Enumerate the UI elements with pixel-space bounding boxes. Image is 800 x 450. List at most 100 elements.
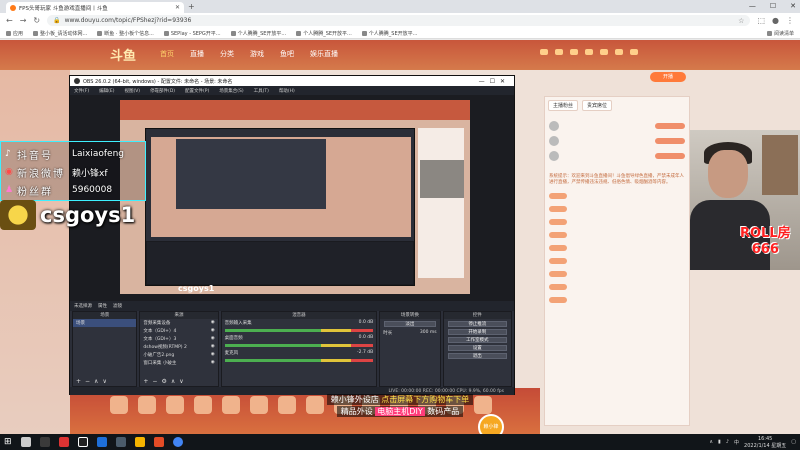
back-icon[interactable]: ← xyxy=(6,16,13,25)
reload-icon[interactable]: ↻ xyxy=(33,16,40,25)
gift-icon[interactable] xyxy=(138,396,156,414)
network-icon[interactable]: ▮ xyxy=(718,439,721,445)
nav-item[interactable]: 分类 xyxy=(220,49,234,59)
obs-window-controls[interactable]: —☐✕ xyxy=(479,78,510,85)
nav-item[interactable]: 直播 xyxy=(190,49,204,59)
profile-icon[interactable]: ● xyxy=(772,16,779,25)
source-item[interactable]: 文本（GDI+）3 ◉ xyxy=(140,335,217,343)
source-item[interactable]: dshow视频(RTMP) 2 ◉ xyxy=(140,343,217,351)
volume-icon[interactable]: ♪ xyxy=(726,439,729,445)
search-icon[interactable] xyxy=(20,437,31,447)
gift-icon[interactable] xyxy=(222,396,240,414)
settings-button[interactable]: 设置 xyxy=(447,345,507,351)
menu-docks[interactable]: 停靠部件(D) xyxy=(150,88,175,94)
header-icon[interactable] xyxy=(555,49,563,56)
visibility-icon[interactable]: ◉ xyxy=(211,320,215,326)
bookmark-item[interactable]: 个人腾腾_SE开放平... xyxy=(230,30,286,37)
forward-icon[interactable]: → xyxy=(20,16,27,25)
gift-icon[interactable] xyxy=(110,396,128,414)
browser-tab[interactable]: FPS头哥玩家 斗鱼游戏直播间丨斗鱼 ✕ xyxy=(6,2,184,13)
reading-list[interactable]: 阅读清单 xyxy=(766,30,794,37)
header-icon[interactable] xyxy=(630,49,638,56)
visibility-icon[interactable]: ◉ xyxy=(211,328,215,334)
address-bar[interactable]: 🔒 www.douyu.com/topic/FPShezj?rid=93936 … xyxy=(47,15,751,26)
app-icon[interactable] xyxy=(96,437,107,447)
menu-help[interactable]: 帮助(H) xyxy=(279,88,295,94)
source-item[interactable]: 小破广告2.png ◉ xyxy=(140,351,217,359)
close-tab-icon[interactable]: ✕ xyxy=(175,4,180,11)
list-item[interactable] xyxy=(549,136,685,146)
chrome-icon[interactable] xyxy=(172,437,183,447)
filters-button[interactable]: 滤镜 xyxy=(113,303,122,309)
visibility-icon[interactable]: ◉ xyxy=(211,344,215,350)
bookmark-star-icon[interactable]: ☆ xyxy=(738,17,744,25)
scene-controls[interactable]: +−∧∨ xyxy=(76,378,111,385)
bookmark-item[interactable]: SEPlay - SEPG开平... xyxy=(163,30,221,37)
gift-icon[interactable] xyxy=(194,396,212,414)
menu-edit[interactable]: 编辑(E) xyxy=(99,88,114,94)
bookmark-apps[interactable]: 应用 xyxy=(6,30,23,37)
duration-input[interactable]: 300 ms xyxy=(420,330,437,336)
volume-meter[interactable] xyxy=(224,359,374,362)
visibility-icon[interactable]: ◉ xyxy=(211,336,215,342)
tray-chevron-icon[interactable]: ∧ xyxy=(709,439,713,445)
nav-item[interactable]: 娱乐直播 xyxy=(310,49,338,59)
task-view-icon[interactable] xyxy=(39,437,50,447)
clock[interactable]: 16:45 2022/1/14 星期五 xyxy=(744,435,786,449)
app-icon[interactable] xyxy=(58,437,69,447)
source-item[interactable]: 音频采集设备 ◉ xyxy=(140,319,217,327)
exit-button[interactable]: 退出 xyxy=(447,353,507,359)
windows-start-icon[interactable]: ⊞ xyxy=(4,437,12,447)
visibility-icon[interactable]: ◉ xyxy=(211,360,215,366)
ime-indicator[interactable]: 中 xyxy=(734,439,739,446)
steam-icon[interactable] xyxy=(115,437,126,447)
list-item[interactable] xyxy=(549,121,685,131)
menu-view[interactable]: 视图(V) xyxy=(124,88,140,94)
menu-scene-collection[interactable]: 场景集合(S) xyxy=(219,88,243,94)
close-window-icon[interactable]: ✕ xyxy=(790,0,796,12)
app-icon[interactable] xyxy=(153,437,164,447)
header-icon[interactable] xyxy=(615,49,623,56)
bookmark-item[interactable]: 断鱼 · 整小板个信息... xyxy=(97,30,154,37)
header-icon[interactable] xyxy=(570,49,578,56)
volume-meter[interactable] xyxy=(224,329,374,332)
scene-item[interactable]: 场景 xyxy=(73,319,137,327)
source-item[interactable]: 文本（GDI+）4 ◉ xyxy=(140,327,217,335)
menu-tools[interactable]: 工具(T) xyxy=(254,88,269,94)
tab-vip[interactable]: 贵宾席位 xyxy=(582,100,613,111)
nav-item[interactable]: 游戏 xyxy=(250,49,264,59)
stop-streaming-button[interactable]: 停止推流 xyxy=(447,321,507,327)
bookmark-item[interactable]: 个人腾腾_SE开放平... xyxy=(361,30,417,37)
source-controls[interactable]: +−⚙∧∨ xyxy=(143,378,187,385)
gift-icon[interactable] xyxy=(278,396,296,414)
nav-item[interactable]: 首页 xyxy=(160,49,174,59)
tab-fans[interactable]: 主播粉丝 xyxy=(548,100,579,111)
notification-icon[interactable]: ▢ xyxy=(791,439,796,445)
menu-profile[interactable]: 配置文件(P) xyxy=(185,88,209,94)
source-item[interactable]: 窗口采集 小破主 ◉ xyxy=(140,359,217,367)
transition-select[interactable]: 淡出 xyxy=(384,321,436,327)
douyu-logo[interactable]: 斗鱼 xyxy=(110,45,136,64)
header-icon[interactable] xyxy=(540,49,548,56)
gift-icon[interactable] xyxy=(166,396,184,414)
browser-menu-icon[interactable]: ⋮ xyxy=(786,16,794,25)
bookmark-item[interactable]: 整小板_请活动体网... xyxy=(33,30,87,37)
properties-button[interactable]: 属性 xyxy=(98,303,107,309)
list-item[interactable] xyxy=(549,151,685,161)
bookmark-item[interactable]: 个人腾腾_SE开放平... xyxy=(296,30,352,37)
volume-meter[interactable] xyxy=(224,344,374,347)
minimize-icon[interactable]: — xyxy=(749,0,756,12)
start-recording-button[interactable]: 开始录制 xyxy=(447,329,507,335)
open-stream-button[interactable]: 开播 xyxy=(650,72,686,82)
gift-icon[interactable] xyxy=(250,396,268,414)
visibility-icon[interactable]: ◉ xyxy=(211,352,215,358)
extensions-icon[interactable]: ⬚ xyxy=(757,16,765,25)
header-icon[interactable] xyxy=(585,49,593,56)
folder-icon[interactable] xyxy=(134,437,145,447)
studio-mode-button[interactable]: 工作室模式 xyxy=(447,337,507,343)
new-tab-icon[interactable]: + xyxy=(188,2,195,11)
menu-file[interactable]: 文件(F) xyxy=(74,88,89,94)
obs-taskbar-icon[interactable] xyxy=(77,437,88,447)
maximize-icon[interactable]: ☐ xyxy=(770,0,776,12)
header-icon[interactable] xyxy=(600,49,608,56)
